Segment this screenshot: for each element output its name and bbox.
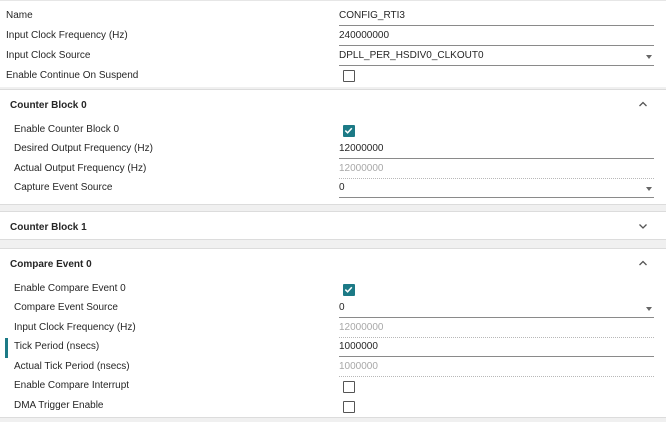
enable-compare-event-0-checkbox[interactable] xyxy=(343,284,355,296)
compare-input-clock-frequency-row: Input Clock Frequency (Hz) 12000000 xyxy=(0,319,666,339)
dma-trigger-enable-row: DMA Trigger Enable xyxy=(0,397,666,417)
dma-trigger-enable-checkbox[interactable] xyxy=(343,401,355,413)
enable-compare-event-0-label: Enable Compare Event 0 xyxy=(14,283,126,294)
actual-tick-period-row: Actual Tick Period (nsecs) 1000000 xyxy=(0,358,666,378)
input-clock-frequency-value: 240000000 xyxy=(339,30,390,41)
actual-tick-period-label: Actual Tick Period (nsecs) xyxy=(14,361,130,372)
desired-output-frequency-value: 12000000 xyxy=(339,143,384,154)
input-clock-source-select[interactable]: DPLL_PER_HSDIV0_CLKOUT0 xyxy=(339,49,654,66)
counter-block-0-section: Counter Block 0 Enable Counter Block 0 D… xyxy=(0,89,666,205)
compare-event-source-row: Compare Event Source 0 xyxy=(0,299,666,319)
dma-trigger-enable-label: DMA Trigger Enable xyxy=(14,400,104,411)
dropdown-caret-icon[interactable] xyxy=(646,55,652,59)
enable-compare-interrupt-row: Enable Compare Interrupt xyxy=(0,377,666,397)
desired-output-frequency-label: Desired Output Frequency (Hz) xyxy=(14,143,153,154)
actual-tick-period-value: 1000000 xyxy=(339,361,378,372)
enable-counter-block-0-checkbox[interactable] xyxy=(343,125,355,137)
counter-block-0-header[interactable]: Counter Block 0 xyxy=(0,90,666,119)
input-clock-frequency-label: Input Clock Frequency (Hz) xyxy=(6,30,128,41)
input-clock-source-row: Input Clock Source DPLL_PER_HSDIV0_CLKOU… xyxy=(0,47,666,67)
name-value: CONFIG_RTI3 xyxy=(339,10,405,21)
actual-output-frequency-field: 12000000 xyxy=(339,162,654,179)
modified-indicator xyxy=(5,338,8,358)
desired-output-frequency-input[interactable]: 12000000 xyxy=(339,142,654,159)
name-input[interactable]: CONFIG_RTI3 xyxy=(339,9,654,26)
desired-output-frequency-row: Desired Output Frequency (Hz) 12000000 xyxy=(0,140,666,160)
compare-input-clock-frequency-value: 12000000 xyxy=(339,322,384,333)
capture-event-source-select[interactable]: 0 xyxy=(339,181,654,198)
capture-event-source-row: Capture Event Source 0 xyxy=(0,179,666,199)
enable-compare-interrupt-label: Enable Compare Interrupt xyxy=(14,380,130,391)
compare-event-0-title: Compare Event 0 xyxy=(10,259,92,270)
tick-period-row: Tick Period (nsecs) 1000000 xyxy=(0,338,666,358)
counter-block-1-section: Counter Block 1 xyxy=(0,211,666,240)
tick-period-label: Tick Period (nsecs) xyxy=(14,341,100,352)
enable-compare-event-0-row: Enable Compare Event 0 xyxy=(0,280,666,300)
chevron-down-icon[interactable] xyxy=(637,220,649,232)
input-clock-frequency-row: Input Clock Frequency (Hz) 240000000 xyxy=(0,27,666,47)
input-clock-frequency-input[interactable]: 240000000 xyxy=(339,29,654,46)
name-row: Name CONFIG_RTI3 xyxy=(0,7,666,27)
general-settings-panel: Name CONFIG_RTI3 Input Clock Frequency (… xyxy=(0,0,666,87)
actual-output-frequency-row: Actual Output Frequency (Hz) 12000000 xyxy=(0,160,666,180)
compare-event-0-section: Compare Event 0 Enable Compare Event 0 C… xyxy=(0,248,666,418)
enable-compare-interrupt-checkbox[interactable] xyxy=(343,381,355,393)
chevron-up-icon[interactable] xyxy=(637,257,649,269)
compare-input-clock-frequency-label: Input Clock Frequency (Hz) xyxy=(14,322,136,333)
capture-event-source-value: 0 xyxy=(339,182,345,193)
compare-event-source-select[interactable]: 0 xyxy=(339,301,654,318)
checkmark-icon xyxy=(344,286,353,293)
compare-event-0-header[interactable]: Compare Event 0 xyxy=(0,249,666,278)
name-label: Name xyxy=(6,10,33,21)
counter-block-0-title: Counter Block 0 xyxy=(10,100,87,111)
enable-counter-block-0-label: Enable Counter Block 0 xyxy=(14,124,120,135)
counter-block-1-header[interactable]: Counter Block 1 xyxy=(0,212,666,241)
dropdown-caret-icon[interactable] xyxy=(646,187,652,191)
continue-on-suspend-checkbox[interactable] xyxy=(343,70,355,82)
tick-period-value: 1000000 xyxy=(339,341,378,352)
input-clock-source-label: Input Clock Source xyxy=(6,50,91,61)
capture-event-source-label: Capture Event Source xyxy=(14,182,113,193)
actual-tick-period-field: 1000000 xyxy=(339,360,654,377)
counter-block-1-title: Counter Block 1 xyxy=(10,222,87,233)
actual-output-frequency-label: Actual Output Frequency (Hz) xyxy=(14,163,147,174)
compare-event-source-label: Compare Event Source xyxy=(14,302,118,313)
continue-on-suspend-label: Enable Continue On Suspend xyxy=(6,70,139,81)
dropdown-caret-icon[interactable] xyxy=(646,307,652,311)
continue-on-suspend-row: Enable Continue On Suspend xyxy=(0,67,666,87)
input-clock-source-value: DPLL_PER_HSDIV0_CLKOUT0 xyxy=(339,50,484,61)
checkmark-icon xyxy=(344,127,353,134)
chevron-up-icon[interactable] xyxy=(637,98,649,110)
compare-input-clock-frequency-field: 12000000 xyxy=(339,321,654,338)
enable-counter-block-0-row: Enable Counter Block 0 xyxy=(0,121,666,141)
compare-event-source-value: 0 xyxy=(339,302,345,313)
tick-period-input[interactable]: 1000000 xyxy=(339,340,654,357)
actual-output-frequency-value: 12000000 xyxy=(339,163,384,174)
